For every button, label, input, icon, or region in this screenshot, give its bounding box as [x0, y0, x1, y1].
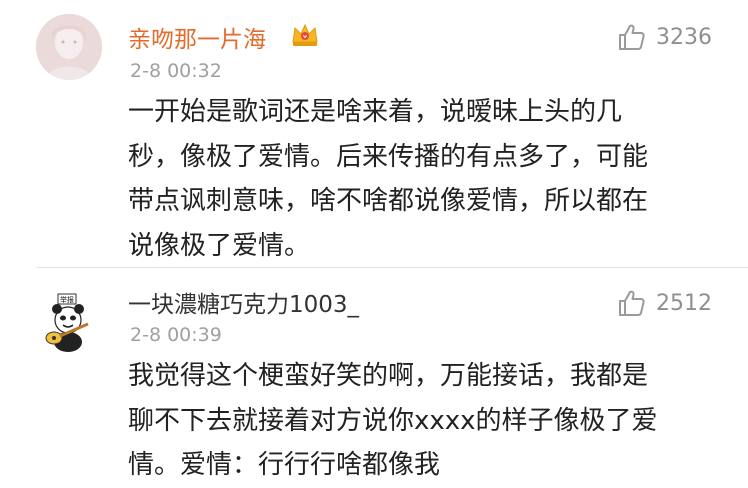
user-avatar[interactable] [36, 14, 102, 80]
panda-meme-avatar-icon: 举报 [36, 286, 102, 352]
comment-line: 说像极了爱情。 [128, 230, 311, 261]
avatar-image [36, 14, 102, 80]
like-button[interactable]: 2512 [616, 288, 712, 318]
avatar-sign-text: 举报 [60, 295, 74, 304]
comment-line: 带点讽刺意味，啥不啥都说像爱情，所以都在 [128, 186, 649, 216]
user-avatar[interactable]: 举报 [36, 286, 102, 352]
comment-item: 亲吻那一片海 3236 2-8 00:32 一开始是歌词还是啥来着，说暧昧上头的… [0, 0, 748, 268]
username[interactable]: 一块濃糖巧克力1003_ [128, 285, 359, 319]
comment-time: 2-8 00:39 [130, 324, 222, 346]
comment-item: 举报 一块濃糖巧克力1003_ 2512 2-8 00:39 我觉得这个梗蛮好笑… [0, 268, 748, 480]
crown-badge-icon [292, 23, 318, 46]
like-count: 3236 [656, 24, 712, 50]
comment-text: 我觉得这个梗蛮好笑的啊，万能接话，我都是 聊不下去就接着对方说你xxxx的样子像… [128, 354, 718, 488]
like-count: 2512 [656, 290, 712, 316]
comment-line: 一开始是歌词还是啥来着，说暧昧上头的几 [128, 97, 623, 127]
comment-line: 情。爱情：行行行啥都像我 [128, 450, 441, 480]
comment-line: 秒，像极了爱情。后来传播的有点多了，可能 [128, 141, 649, 172]
username[interactable]: 亲吻那一片海 [128, 20, 266, 54]
comment-line: 聊不下去就接着对方说你xxxx的样子像极了爱 [128, 405, 658, 436]
comment-text: 一开始是歌词还是啥来着，说暧昧上头的几 秒，像极了爱情。后来传播的有点多了，可能… [128, 90, 718, 268]
thumbs-up-icon [619, 290, 645, 316]
like-button[interactable]: 3236 [616, 22, 712, 52]
comment-time: 2-8 00:32 [130, 60, 222, 82]
thumbs-up-icon [619, 24, 645, 50]
comment-line: 我觉得这个梗蛮好笑的啊，万能接话，我都是 [128, 361, 649, 391]
